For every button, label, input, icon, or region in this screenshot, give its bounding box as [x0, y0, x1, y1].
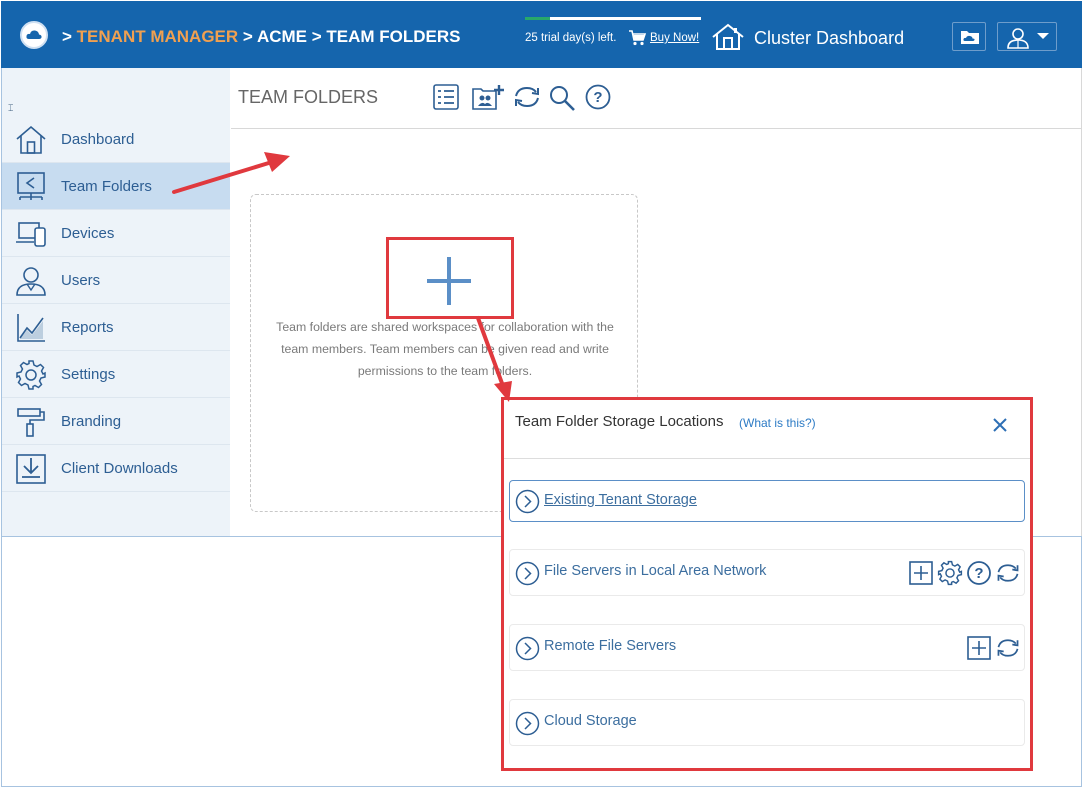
option-label: Cloud Storage: [544, 713, 637, 729]
header-divider: [231, 128, 1082, 129]
sidebar-item-label: Client Downloads: [61, 460, 178, 477]
trial-progress-bar: [525, 17, 701, 20]
breadcrumb-separator: >: [242, 27, 253, 46]
add-icon[interactable]: [908, 560, 934, 586]
file-browser-button[interactable]: [952, 22, 986, 51]
user-menu-button[interactable]: [997, 22, 1057, 51]
option-existing-tenant-storage[interactable]: Existing Tenant Storage: [509, 480, 1025, 522]
sidebar-item-team-folders[interactable]: Team Folders: [1, 163, 230, 210]
refresh-icon[interactable]: [512, 84, 542, 115]
chevron-right-icon: [515, 636, 540, 666]
option-file-servers-lan[interactable]: File Servers in Local Area Network ?: [509, 549, 1025, 596]
sidebar-item-label: Devices: [61, 225, 115, 242]
plus-highlight-box: [386, 237, 514, 319]
add-team-folder-icon[interactable]: [472, 84, 504, 115]
chevron-right-icon: [515, 561, 540, 591]
sidebar-item-branding[interactable]: Branding: [1, 398, 230, 445]
option-label: File Servers in Local Area Network: [544, 563, 767, 579]
svg-text:?: ?: [593, 89, 602, 106]
devices-icon: [15, 218, 47, 250]
sidebar-item-label: Branding: [61, 413, 122, 430]
sidebar-item-label: Users: [61, 272, 101, 289]
frame-border: [1081, 537, 1082, 787]
trial-days-text: 25 trial day(s) left.: [525, 32, 617, 44]
cluster-dashboard-link[interactable]: Cluster Dashboard: [754, 28, 904, 49]
download-icon: [15, 453, 47, 485]
frame-border: [1, 68, 2, 787]
list-icon[interactable]: [433, 84, 459, 115]
chart-icon: [15, 312, 47, 344]
dialog-title: Team Folder Storage Locations: [515, 413, 724, 430]
sidebar-item-client-downloads[interactable]: Client Downloads: [1, 445, 230, 492]
breadcrumb-acme[interactable]: ACME: [257, 27, 307, 46]
paint-roller-icon: [15, 406, 47, 438]
breadcrumb-team-folders: TEAM FOLDERS: [326, 27, 461, 46]
sidebar-item-reports[interactable]: Reports: [1, 304, 230, 351]
sidebar-item-label: Reports: [61, 319, 114, 336]
refresh-icon[interactable]: [995, 635, 1021, 661]
refresh-icon[interactable]: [995, 560, 1021, 586]
trial-progress-fill: [525, 17, 550, 20]
sidebar: ⌶ Dashboard Team Folders Devices Users R…: [1, 68, 230, 537]
breadcrumb-separator: >: [311, 27, 322, 46]
option-label: Existing Tenant Storage: [544, 492, 697, 508]
user-icon: [15, 265, 47, 297]
chevron-down-icon: [1037, 33, 1049, 39]
dialog-divider: [504, 458, 1030, 459]
cart-icon[interactable]: [629, 30, 647, 51]
page-title: TEAM FOLDERS: [238, 87, 379, 107]
what-is-this-link[interactable]: (What is this?): [739, 416, 816, 430]
sidebar-item-label: Dashboard: [61, 131, 135, 148]
sidebar-item-dashboard[interactable]: Dashboard: [1, 116, 230, 163]
sidebar-collapse-icon[interactable]: ⌶: [8, 103, 13, 114]
sidebar-item-users[interactable]: Users: [1, 257, 230, 304]
option-cloud-storage[interactable]: Cloud Storage: [509, 699, 1025, 746]
help-icon[interactable]: ?: [966, 560, 992, 586]
storage-locations-dialog: Team Folder Storage Locations (What is t…: [501, 397, 1033, 771]
option-actions: ?: [908, 560, 1021, 586]
logo-icon[interactable]: [20, 21, 48, 49]
help-icon[interactable]: ?: [585, 84, 611, 115]
chevron-right-icon: [515, 711, 540, 741]
search-icon[interactable]: [548, 84, 576, 117]
option-remote-file-servers[interactable]: Remote File Servers: [509, 624, 1025, 671]
close-icon[interactable]: [992, 417, 1008, 438]
option-actions: [966, 635, 1021, 661]
cluster-house-icon[interactable]: [711, 23, 745, 56]
top-bar: > TENANT MANAGER > ACME > TEAM FOLDERS 2…: [1, 1, 1082, 68]
shared-folder-icon: [15, 171, 47, 203]
card-description: Team folders are shared workspaces for c…: [276, 320, 614, 378]
gear-icon[interactable]: [937, 560, 963, 586]
sidebar-item-settings[interactable]: Settings: [1, 351, 230, 398]
sidebar-item-devices[interactable]: Devices: [1, 210, 230, 257]
sidebar-nav: Dashboard Team Folders Devices Users Rep…: [1, 116, 230, 492]
breadcrumb: > TENANT MANAGER > ACME > TEAM FOLDERS: [62, 27, 461, 47]
option-label: Remote File Servers: [544, 638, 677, 654]
sidebar-item-label: Settings: [61, 366, 116, 383]
frame-border: [1081, 68, 1082, 537]
home-icon: [15, 124, 47, 156]
svg-text:?: ?: [974, 565, 983, 582]
breadcrumb-separator: >: [62, 27, 72, 46]
buy-now-link[interactable]: Buy Now!: [650, 32, 699, 44]
breadcrumb-tenant-manager[interactable]: TENANT MANAGER: [77, 27, 239, 46]
gear-icon: [15, 359, 47, 391]
sidebar-item-label: Team Folders: [61, 178, 152, 195]
chevron-right-icon: [515, 489, 540, 519]
add-icon[interactable]: [966, 635, 992, 661]
